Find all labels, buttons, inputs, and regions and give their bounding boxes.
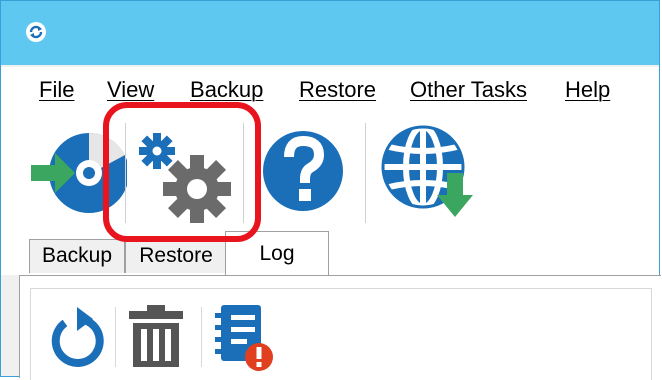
title-bar	[1, 1, 659, 65]
tab-backup[interactable]: Backup	[29, 239, 125, 273]
sync-icon	[26, 22, 46, 42]
log-error-icon[interactable]	[211, 303, 277, 373]
menu-help[interactable]: Help	[565, 77, 610, 103]
main-toolbar	[1, 111, 659, 231]
menu-file[interactable]: File	[39, 77, 74, 103]
log-panel	[19, 275, 661, 380]
globe-download-icon[interactable]	[375, 111, 485, 231]
app-window: File View Backup Restore Other Tasks Hel…	[0, 0, 661, 380]
trash-icon[interactable]	[125, 303, 187, 369]
menu-backup[interactable]: Backup	[190, 77, 263, 103]
tab-strip: Backup Restore Log	[1, 231, 659, 275]
menu-restore[interactable]: Restore	[299, 77, 376, 103]
highlight-annotation	[103, 102, 261, 242]
tab-restore[interactable]: Restore	[125, 239, 227, 273]
menu-bar: File View Backup Restore Other Tasks Hel…	[1, 67, 659, 111]
help-icon[interactable]	[259, 111, 355, 231]
toolbar-separator	[201, 307, 202, 367]
toolbar-separator	[365, 123, 366, 223]
menu-other-tasks[interactable]: Other Tasks	[410, 77, 527, 103]
toolbar-separator	[115, 307, 116, 367]
refresh-icon[interactable]	[45, 303, 105, 369]
menu-view[interactable]: View	[107, 77, 154, 103]
log-toolbar	[30, 288, 652, 380]
